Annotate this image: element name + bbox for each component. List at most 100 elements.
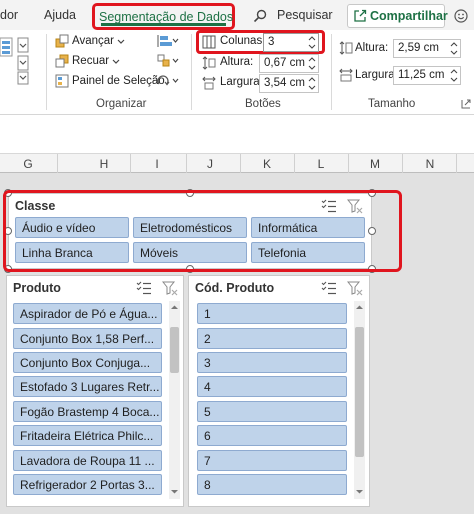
spinner-arrows-icon [308, 77, 316, 90]
slicer-title: Produto [13, 281, 61, 295]
multi-select-icon[interactable] [321, 281, 337, 295]
scroll-thumb[interactable] [170, 327, 179, 373]
slicer-item-label: Conjunto Box Conjuga... [20, 356, 151, 370]
send-backward-icon [55, 54, 69, 68]
slicer-item[interactable]: Fritadeira Elétrica Philc... [13, 425, 162, 446]
slicer-item-label: Aspirador de Pó e Água... [20, 307, 158, 321]
column-header[interactable]: I [147, 157, 167, 171]
ribbon: Avançar Recuar Painel de Seleção Organiz… [0, 30, 474, 115]
scroll-up-icon[interactable] [170, 303, 179, 312]
column-header[interactable]: K [257, 157, 277, 171]
slicer-styles-gallery-icon[interactable] [0, 36, 34, 86]
column-divider [402, 154, 403, 173]
rotate-icon[interactable] [157, 74, 179, 88]
slicer-item-label: 4 [204, 380, 211, 394]
button-height-value: 0,67 cm [264, 57, 305, 69]
slicer-item[interactable]: Fogão Brastemp 4 Boca... [13, 401, 162, 422]
slicer-item-label: Estofado 3 Lugares Retr... [20, 380, 160, 394]
tab-slicer-label: Segmentação de Dados [99, 10, 234, 24]
align-icon[interactable] [157, 34, 179, 48]
slicer-item[interactable]: 1 [197, 303, 347, 324]
slicer-item[interactable]: Estofado 3 Lugares Retr... [13, 376, 162, 397]
button-height-spinner[interactable] [308, 56, 316, 71]
feedback-smiley-icon[interactable] [454, 9, 468, 23]
slicer-height-icon [339, 41, 353, 55]
slicer-width-input[interactable]: 11,25 cm [393, 66, 461, 85]
search-input[interactable]: Pesquisar [277, 8, 333, 22]
slicer-item[interactable]: Lavadora de Roupa 11 ... [13, 450, 162, 471]
button-width-label: Largura: [220, 76, 263, 88]
slicer-height-value: 2,59 cm [398, 42, 439, 54]
chevron-down-icon[interactable] [112, 59, 120, 65]
scroll-up-icon[interactable] [355, 303, 364, 312]
column-header[interactable]: H [94, 157, 114, 171]
slicer-height-input[interactable]: 2,59 cm [393, 39, 461, 58]
group-icon[interactable] [157, 54, 179, 68]
search-icon[interactable] [253, 9, 267, 23]
slicer-produto[interactable]: Produto Aspirador de Pó e Água... Conjun… [6, 275, 184, 507]
column-header[interactable]: N [420, 157, 440, 171]
menu-tab-help[interactable]: Ajuda [44, 8, 76, 22]
grid-line [402, 173, 403, 514]
ribbon-separator [331, 34, 332, 110]
menu-bar: dor Ajuda Segmentação de Dados Pesquisar… [0, 0, 474, 30]
scroll-down-icon[interactable] [355, 487, 364, 496]
slicer-item[interactable]: 3 [197, 352, 347, 373]
menu-tab-developer-partial[interactable]: dor [0, 8, 18, 22]
slicer-item[interactable]: 4 [197, 376, 347, 397]
slicer-item[interactable]: 6 [197, 425, 347, 446]
slicer-item-label: 6 [204, 429, 211, 443]
column-header[interactable]: L [311, 157, 331, 171]
scroll-thumb[interactable] [355, 327, 364, 457]
column-header[interactable]: J [200, 157, 220, 171]
chevron-down-icon[interactable] [117, 39, 125, 45]
slicer-width-spinner[interactable] [450, 68, 458, 83]
multi-select-icon[interactable] [136, 281, 152, 295]
slicer-item-label: Fritadeira Elétrica Philc... [20, 429, 154, 443]
spinner-arrows-icon [450, 69, 458, 82]
vertical-scrollbar[interactable] [169, 301, 180, 499]
slicer-height-spinner[interactable] [450, 41, 458, 56]
tab-slicer[interactable]: Segmentação de Dados [92, 3, 235, 30]
slicer-item-label: 3 [204, 356, 211, 370]
slicer-item[interactable]: 5 [197, 401, 347, 422]
columns-spinner[interactable] [308, 35, 316, 50]
spinner-arrows-icon [308, 36, 316, 49]
columns-label: Colunas: [220, 35, 266, 47]
slicer-item[interactable]: 2 [197, 328, 347, 349]
button-width-input[interactable]: 3,54 cm [259, 74, 319, 93]
ribbon-separator [46, 34, 47, 110]
slicer-title: Cód. Produto [195, 281, 275, 295]
slicer-item-label: Conjunto Box 1,58 Perf... [20, 332, 155, 346]
button-height-label: Altura: [220, 56, 254, 68]
slicer-width-icon [339, 68, 353, 82]
clear-filter-icon[interactable] [162, 281, 178, 296]
bring-forward-button[interactable]: Avançar [72, 35, 114, 47]
group-label-organizar: Organizar [96, 98, 147, 110]
clear-filter-icon[interactable] [347, 281, 363, 296]
slicer-item-label: 5 [204, 405, 211, 419]
slicer-item[interactable]: 7 [197, 450, 347, 471]
slicer-codigo-produto[interactable]: Cód. Produto 1 2 3 4 5 6 7 8 [188, 275, 370, 507]
slicer-item[interactable]: Refrigerador 2 Portas 3... [13, 474, 162, 495]
slicer-item[interactable]: Conjunto Box 1,58 Perf... [13, 328, 162, 349]
send-backward-button[interactable]: Recuar [72, 55, 109, 67]
selection-pane-button[interactable]: Painel de Seleção [72, 75, 165, 87]
column-header[interactable]: G [18, 157, 38, 171]
selection-pane-icon [55, 74, 69, 88]
slicer-item[interactable]: Aspirador de Pó e Água... [13, 303, 162, 324]
button-width-spinner[interactable] [308, 76, 316, 91]
vertical-scrollbar[interactable] [354, 301, 365, 499]
slicer-item[interactable]: 8 [197, 474, 347, 495]
dialog-launcher-icon[interactable] [461, 99, 471, 109]
bring-forward-icon [55, 34, 69, 48]
columns-input[interactable]: 3 [263, 33, 319, 52]
group-label-tamanho: Tamanho [368, 98, 416, 110]
button-height-input[interactable]: 0,67 cm [259, 54, 319, 73]
active-tab-indicator [101, 23, 226, 26]
slicer-item[interactable]: Conjunto Box Conjuga... [13, 352, 162, 373]
column-header[interactable]: M [365, 157, 385, 171]
share-button[interactable]: Compartilhar [347, 4, 448, 28]
scroll-down-icon[interactable] [170, 487, 179, 496]
slicer-item-label: Lavadora de Roupa 11 ... [20, 454, 155, 468]
